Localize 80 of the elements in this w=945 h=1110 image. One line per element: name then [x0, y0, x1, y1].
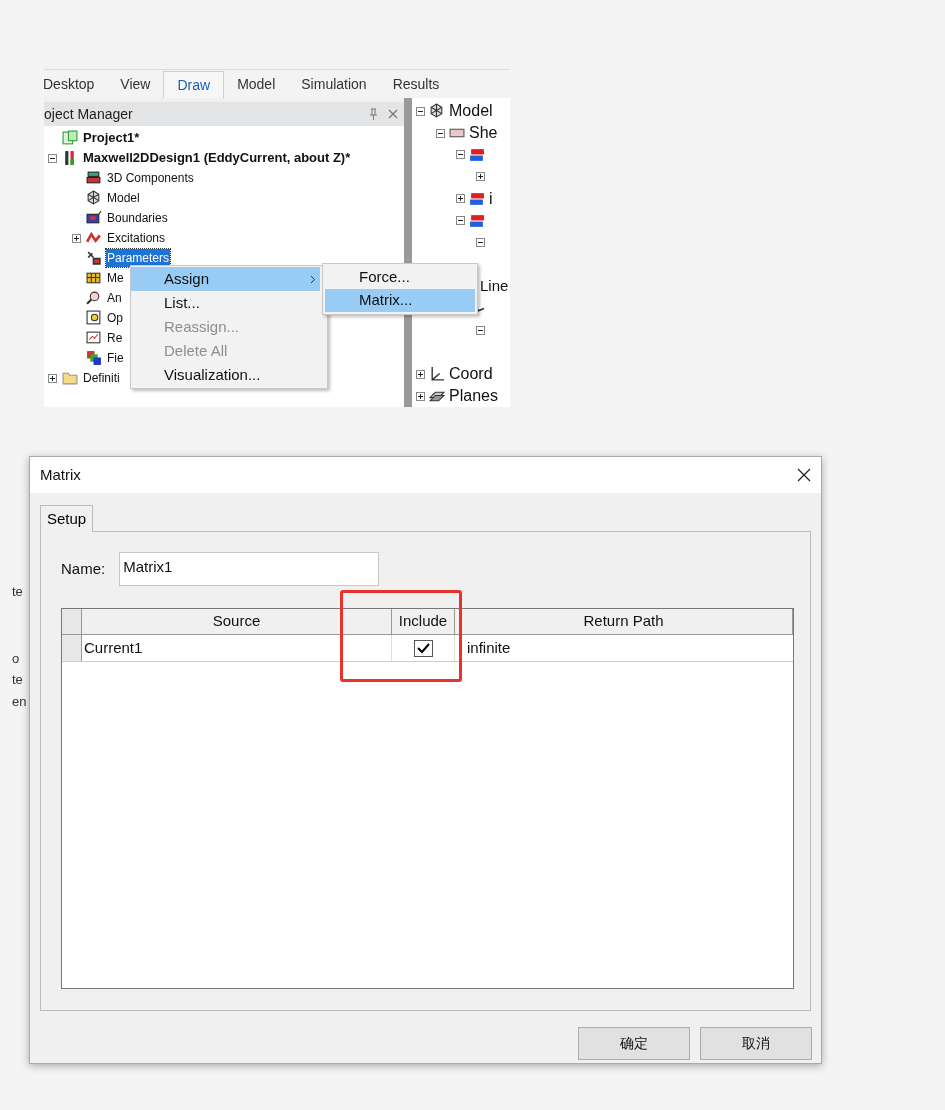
collapse-icon[interactable]	[475, 325, 485, 335]
text-fragment: te	[12, 584, 23, 600]
chevron-icon	[310, 274, 316, 284]
panel-title: oject Manager	[44, 104, 133, 124]
text-fragment: en	[12, 694, 27, 710]
expand-icon[interactable]	[475, 172, 485, 182]
menu-item[interactable]: List...	[131, 291, 320, 315]
ribbon-tab[interactable]: View	[107, 71, 164, 98]
setup-tab[interactable]: Setup	[40, 505, 94, 532]
layers-icon	[86, 350, 102, 366]
collapse-icon[interactable]	[455, 150, 465, 160]
chart-icon	[86, 330, 102, 346]
tree-item[interactable]: Coord	[449, 362, 493, 386]
stacked-blocks-icon	[469, 190, 485, 207]
name-field[interactable]: Matrix1	[119, 552, 380, 586]
tree-item[interactable]: She	[469, 121, 498, 145]
dialog-title: Matrix	[40, 464, 81, 485]
tree-item[interactable]: Boundaries	[106, 209, 169, 227]
column-header[interactable]: Source	[82, 609, 392, 634]
expand-icon[interactable]	[71, 233, 81, 243]
column-header[interactable]: Include	[392, 609, 455, 634]
magnifier-icon	[86, 290, 102, 306]
folder-icon	[62, 370, 78, 386]
menu-item[interactable]: Visualization...	[131, 363, 320, 387]
collapse-icon[interactable]	[415, 106, 425, 116]
tree-item[interactable]: Line	[480, 275, 509, 298]
tree-item[interactable]: Me	[106, 269, 125, 287]
wireframe-icon	[429, 103, 445, 119]
tree-item[interactable]: Re	[106, 329, 124, 347]
tree-item[interactable]: Op	[106, 309, 124, 327]
tree-item[interactable]: 3D Components	[106, 169, 195, 187]
expand-icon[interactable]	[415, 369, 425, 379]
menu-item[interactable]: Assign	[131, 267, 320, 291]
ribbon-tab[interactable]: Desktop	[44, 71, 108, 98]
menu-item[interactable]: Force...	[325, 266, 475, 289]
tree-item[interactable]: Definiti	[82, 369, 121, 387]
tree-item[interactable]: Excitations	[106, 229, 167, 247]
tree-item[interactable]: Maxwell2DDesign1 (EddyCurrent, about Z)*	[82, 148, 352, 168]
ribbon-tab[interactable]: Results	[379, 71, 453, 98]
grid-icon	[86, 270, 102, 286]
name-label: Name:	[61, 558, 106, 579]
gear-icon	[86, 310, 102, 326]
document-stack-icon	[62, 130, 78, 146]
wave-icon	[86, 230, 102, 246]
tree-item[interactable]: Fie	[106, 349, 125, 367]
ribbon-tab[interactable]: Draw	[163, 71, 225, 98]
table-cell: Current1	[82, 635, 392, 661]
tree-item[interactable]: Model	[106, 189, 141, 207]
dialog-button[interactable]: 取消	[700, 1027, 812, 1060]
tree-item[interactable]: An	[106, 289, 123, 307]
stacked-blocks-icon	[469, 146, 485, 163]
ribbon-tab[interactable]: Model	[224, 71, 289, 98]
axes-icon	[429, 366, 445, 382]
tree-item[interactable]: Parameters	[106, 249, 171, 267]
collapse-icon[interactable]	[47, 153, 57, 163]
ribbon-tab[interactable]: Simulation	[288, 71, 380, 98]
wireframe-icon	[86, 190, 102, 206]
collapse-icon[interactable]	[475, 238, 485, 247]
tree-item[interactable]: i	[489, 186, 493, 211]
collapse-icon[interactable]	[455, 216, 465, 226]
table-cell-text: infinite	[466, 637, 512, 658]
expand-icon[interactable]	[415, 391, 425, 401]
tree-item[interactable]: Model	[449, 99, 493, 123]
tree-item[interactable]: Planes	[449, 384, 498, 407]
pin-icon[interactable]	[369, 108, 378, 120]
dialog-button[interactable]: 确定	[578, 1027, 690, 1060]
collapse-icon[interactable]	[435, 128, 445, 138]
box-icon	[86, 210, 102, 226]
column-header[interactable]: Return Path	[455, 609, 793, 634]
expand-icon[interactable]	[455, 194, 465, 204]
text-fragment: o	[12, 651, 20, 667]
stacked-blocks-icon	[86, 170, 102, 186]
expand-icon[interactable]	[47, 373, 57, 383]
tree-item[interactable]: Project1*	[82, 128, 141, 148]
menu-item[interactable]: Matrix...	[325, 289, 475, 312]
checkbox[interactable]	[413, 639, 433, 657]
text-fragment: te	[12, 672, 23, 688]
stacked-blocks-icon	[469, 212, 485, 229]
close-icon[interactable]	[797, 468, 811, 482]
tools-icon	[86, 250, 102, 266]
